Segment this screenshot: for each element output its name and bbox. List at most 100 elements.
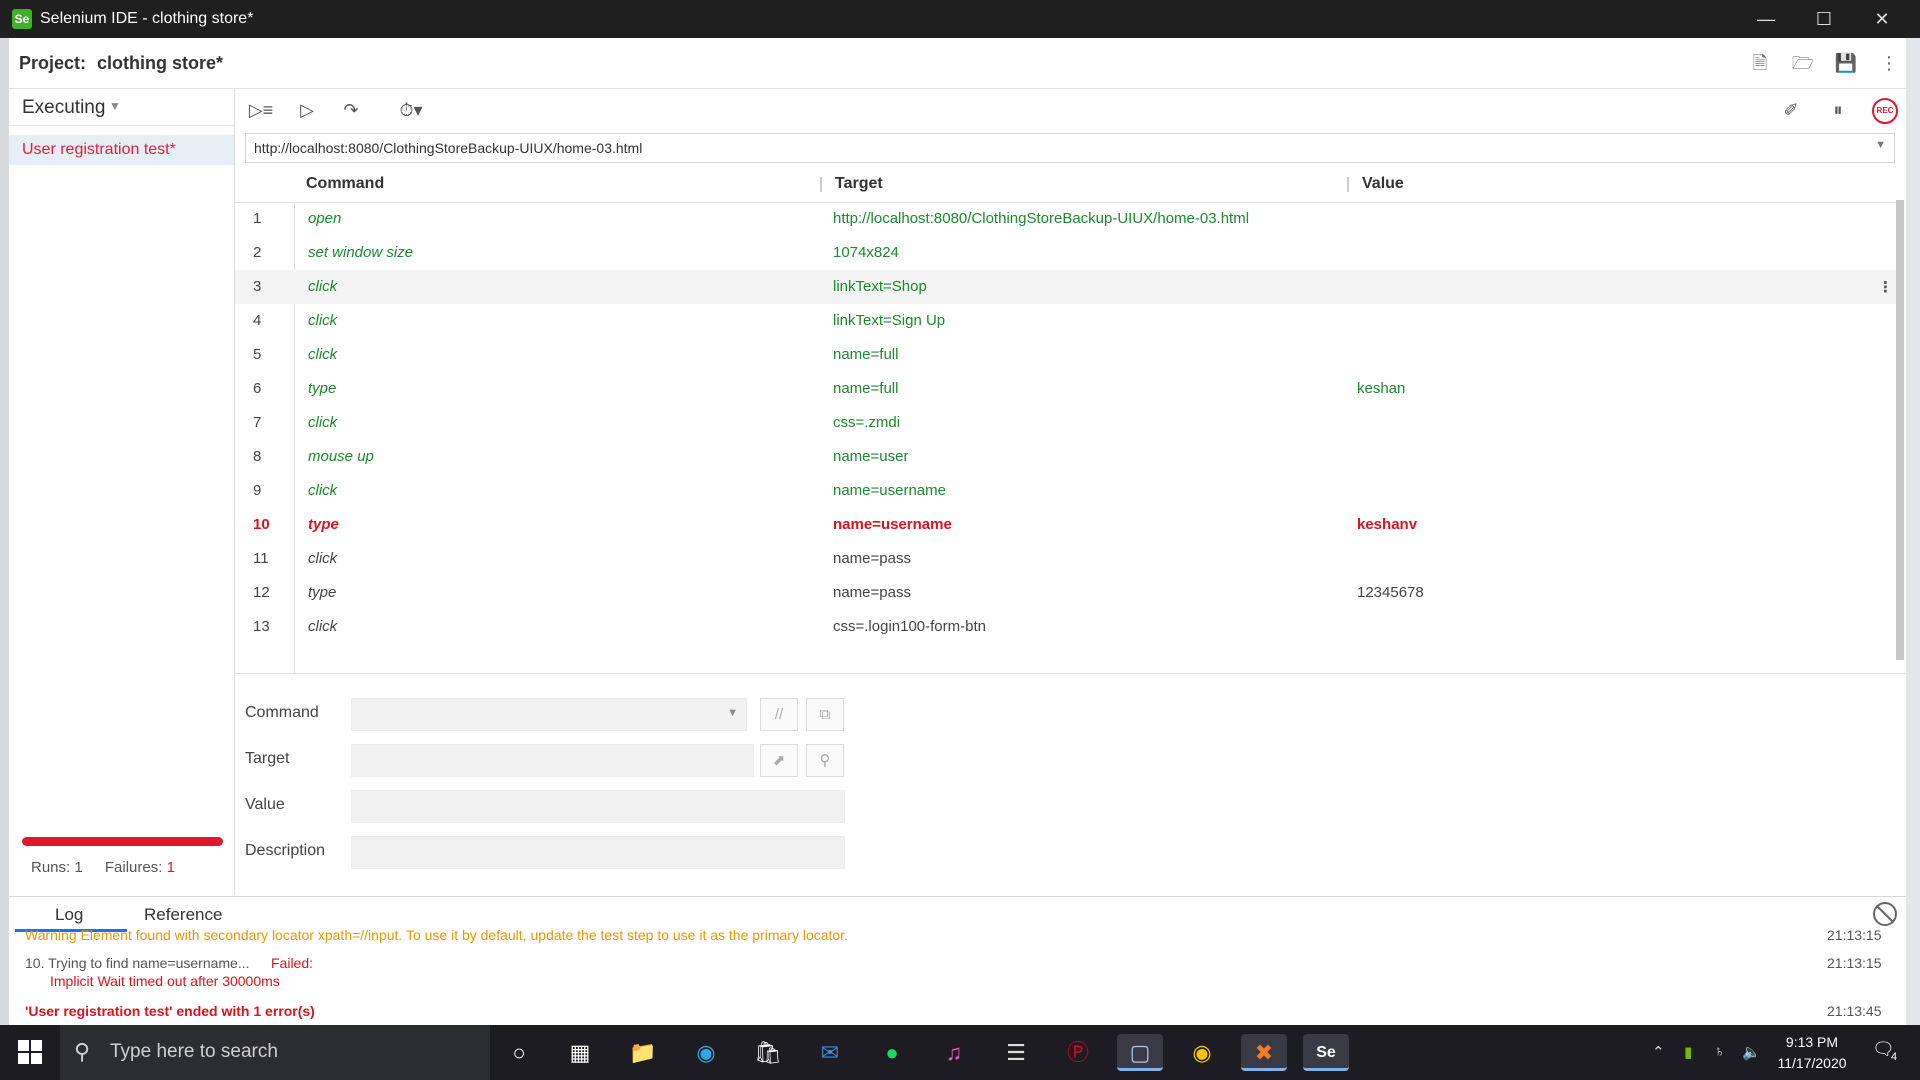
row-number: 11	[253, 550, 269, 567]
command-label: Command	[245, 704, 319, 721]
tab-reference[interactable]: Reference	[144, 905, 222, 925]
column-resize-handle[interactable]	[820, 177, 822, 192]
xampp-icon[interactable]: ✖	[1241, 1034, 1287, 1071]
run-current-test-icon[interactable]: ▷	[293, 97, 321, 123]
test-execution-speed-icon[interactable]: ⏱▾	[392, 97, 430, 123]
table-scrollbar[interactable]	[1896, 200, 1904, 660]
nvidia-icon[interactable]: ▮	[1684, 1043, 1692, 1061]
table-row[interactable]: 9 click name=username	[235, 474, 1898, 508]
new-project-icon[interactable]: 🗎	[1747, 51, 1773, 75]
store-icon[interactable]: 🛍	[745, 1034, 791, 1071]
tab-log[interactable]: Log	[55, 905, 83, 925]
description-label: Description	[245, 842, 326, 859]
selenium-ide-icon[interactable]: Se	[1303, 1034, 1349, 1071]
command-cell: type	[308, 380, 337, 397]
target-cell: name=pass	[833, 584, 911, 601]
mail-icon[interactable]: ✉	[807, 1034, 853, 1071]
command-cell: mouse up	[308, 448, 374, 465]
chevron-down-icon[interactable]: ▼	[1875, 139, 1886, 151]
target-cell: http://localhost:8080/ClothingStoreBacku…	[833, 210, 1250, 227]
itunes-icon[interactable]: ♫	[931, 1034, 977, 1071]
stack-icon[interactable]: ☰	[993, 1034, 1039, 1071]
minimize-button[interactable]: —	[1738, 0, 1794, 38]
target-input[interactable]	[351, 744, 754, 777]
window-frame-left	[0, 38, 9, 1038]
spotify-icon[interactable]: ●	[869, 1034, 915, 1071]
save-project-icon[interactable]: 💾	[1833, 51, 1859, 75]
pause-icon[interactable]: ⏸	[1824, 97, 1852, 123]
open-in-new-window-icon[interactable]: ⧉	[806, 698, 844, 731]
mode-selector[interactable]: Executing ▼	[9, 89, 234, 126]
test-item[interactable]: User registration test*	[9, 135, 234, 165]
failures-label: Failures:	[104, 859, 163, 876]
show-hidden-icons-icon[interactable]: ⌃	[1652, 1043, 1665, 1061]
base-url-select[interactable]: http://localhost:8080/ClothingStoreBacku…	[245, 133, 1895, 163]
run-all-tests-icon[interactable]: ▷≡	[247, 97, 275, 123]
row-number: 4	[253, 312, 262, 329]
table-row[interactable]: 13 click css=.login100-form-btn	[235, 610, 1898, 644]
description-input[interactable]	[351, 836, 845, 869]
virtualbox-icon[interactable]: ▢	[1117, 1034, 1163, 1071]
edge-icon[interactable]: ◉	[683, 1034, 729, 1071]
row-number: 12	[253, 584, 270, 601]
value-input[interactable]	[351, 790, 845, 823]
log-step-status: Failed:	[271, 955, 314, 971]
disable-breakpoints-icon[interactable]: ✐	[1777, 97, 1805, 123]
target-cell: css=.login100-form-btn	[833, 618, 986, 635]
table-row[interactable]: 1 open http://localhost:8080/ClothingStore…	[235, 202, 1898, 236]
command-cell: type	[308, 584, 337, 601]
table-row[interactable]: 6 type name=full keshan	[235, 372, 1898, 406]
clear-log-icon[interactable]	[1873, 902, 1897, 926]
row-menu-icon[interactable]: ⋮	[1878, 278, 1893, 296]
windows-start-icon[interactable]	[18, 1040, 42, 1064]
step-over-icon[interactable]: ↷	[337, 97, 365, 123]
table-row[interactable]: 12 type name=pass 12345678	[235, 576, 1898, 610]
table-row[interactable]: 11 click name=pass	[235, 542, 1898, 576]
open-project-icon[interactable]: 🗁	[1790, 51, 1816, 75]
maximize-button[interactable]: ☐	[1796, 0, 1852, 38]
chrome-icon[interactable]: ◉	[1179, 1034, 1225, 1071]
clock[interactable]: 9:13 PM 11/17/2020	[1760, 1032, 1864, 1074]
table-row[interactable]: 2 set window size 1074x824	[235, 236, 1898, 270]
table-row[interactable]: 10 type name=username keshanv	[235, 508, 1898, 542]
notifications-icon[interactable]: 🗨 4	[1872, 1039, 1901, 1065]
more-options-icon[interactable]: ⋮	[1876, 51, 1902, 75]
command-input[interactable]: ▼	[351, 698, 747, 731]
record-button[interactable]: REC	[1871, 98, 1899, 124]
target-cell: name=username	[833, 482, 946, 499]
select-target-in-page-icon[interactable]: ⬈	[760, 744, 798, 777]
project-header: Project: clothing store* 🗎 🗁 💾 ⋮	[9, 38, 1906, 89]
find-target-in-page-icon[interactable]: ⚲	[806, 744, 844, 777]
log-warning: Warning Element found with secondary loc…	[25, 927, 848, 943]
command-cell: open	[308, 210, 342, 227]
row-number: 2	[253, 244, 262, 261]
base-url-value: http://localhost:8080/ClothingStoreBacku…	[254, 140, 643, 156]
file-explorer-icon[interactable]: 📁	[620, 1034, 666, 1071]
row-number: 1	[253, 210, 262, 227]
run-progress-bar	[22, 837, 223, 846]
volume-icon[interactable]: 🔈	[1742, 1043, 1761, 1061]
command-cell: click	[308, 482, 338, 499]
table-row[interactable]: 4 click linkText=Sign Up	[235, 304, 1898, 338]
target-label: Target	[245, 750, 290, 767]
task-view-icon[interactable]: ▦	[557, 1034, 603, 1071]
pinterest-icon[interactable]: Ⓟ	[1055, 1034, 1101, 1071]
comment-toggle-button[interactable]: //	[760, 698, 798, 731]
selenium-logo-icon: Se	[12, 9, 32, 29]
window-frame-right	[1906, 38, 1920, 1038]
project-name[interactable]: clothing store*	[97, 53, 223, 73]
table-header: Command Target Value	[235, 167, 1898, 203]
search-icon: ⚲	[74, 1039, 91, 1064]
chevron-down-icon[interactable]: ▼	[727, 707, 738, 719]
network-icon[interactable]: ♄	[1714, 1043, 1725, 1060]
table-row[interactable]: 7 click css=.zmdi	[235, 406, 1898, 440]
column-resize-handle[interactable]	[1347, 177, 1349, 192]
taskbar-search-box[interactable]: ⚲ Type here to search	[60, 1025, 490, 1080]
chevron-down-icon: ▼	[109, 99, 121, 113]
table-row[interactable]: 3 click linkText=Shop ⋮	[235, 270, 1898, 304]
table-row[interactable]: 8 mouse up name=user	[235, 440, 1898, 474]
cortana-icon[interactable]: ○	[496, 1034, 542, 1071]
close-button[interactable]: ✕	[1854, 0, 1910, 38]
table-row[interactable]: 5 click name=full	[235, 338, 1898, 372]
column-header-command: Command	[306, 175, 385, 192]
